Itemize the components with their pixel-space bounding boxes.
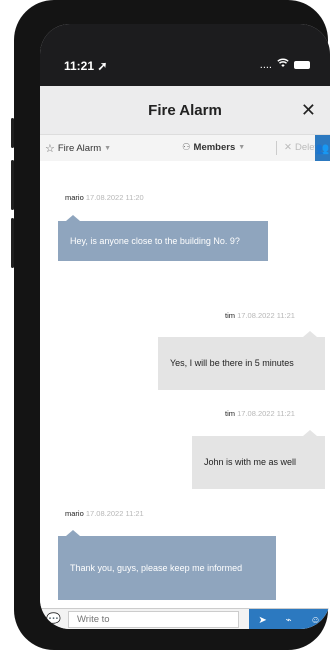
- title-bar: Fire Alarm ✕: [40, 86, 330, 134]
- members-icon: ⚇: [182, 142, 191, 153]
- signal-dots: ....: [259, 58, 272, 71]
- page-title: Fire Alarm: [148, 102, 222, 119]
- channel-dropdown[interactable]: ☆ Fire Alarm ▼: [45, 142, 111, 155]
- composer-bar: 💬 ➤ ⌁ ☺: [40, 608, 330, 629]
- status-time-text: 11:21: [64, 59, 95, 73]
- members-label: Members: [193, 142, 236, 153]
- message-meta: mario 17.08.2022 11:21: [65, 509, 144, 518]
- message-meta: mario 17.08.2022 11:20: [65, 193, 144, 202]
- phone-frame: 11:21 ➚ .... Fire Alarm ✕ ☆ Fire Alarm ▼…: [14, 0, 330, 650]
- side-button: [11, 160, 14, 210]
- message-input[interactable]: [68, 611, 239, 628]
- close-icon[interactable]: ✕: [301, 100, 316, 121]
- chat-area[interactable]: mario 17.08.2022 11:20 Hey, is anyone cl…: [40, 161, 330, 608]
- toolbar-divider: [276, 141, 277, 155]
- members-dropdown[interactable]: ⚇ Members ▼: [182, 142, 245, 153]
- message-bubble[interactable]: Hey, is anyone close to the building No.…: [58, 215, 268, 261]
- battery-icon: [294, 60, 310, 69]
- phone-screen: 11:21 ➚ .... Fire Alarm ✕ ☆ Fire Alarm ▼…: [40, 24, 330, 629]
- chat-toolbar: ☆ Fire Alarm ▼ ⚇ Members ▼ ✕ Delete 👥: [40, 134, 330, 162]
- status-bar: 11:21 ➚ ....: [40, 24, 330, 86]
- delete-icon: ✕: [284, 142, 292, 153]
- channel-label: Fire Alarm: [57, 143, 102, 154]
- chevron-down-icon: ▼: [104, 145, 112, 152]
- message-bubble[interactable]: Thank you, guys, please keep me informed: [58, 530, 276, 600]
- composer-actions: ➤ ⌁ ☺: [249, 609, 330, 629]
- message-time: 17.08.2022 11:21: [85, 509, 144, 518]
- message-time: 17.08.2022 11:21: [237, 409, 295, 418]
- message-user: mario: [65, 509, 84, 518]
- attach-icon[interactable]: ⌁: [286, 615, 292, 626]
- group-button[interactable]: 👥: [315, 135, 330, 161]
- location-icon: ➚: [97, 59, 108, 73]
- wifi-icon: [277, 58, 289, 71]
- message-meta: tim 17.08.2022 11:21: [225, 409, 295, 418]
- message-bubble[interactable]: Yes, I will be there in 5 minutes: [158, 331, 325, 390]
- status-time: 11:21 ➚: [64, 59, 107, 73]
- side-button: [11, 118, 14, 148]
- message-user: tim: [225, 311, 235, 320]
- chat-bubble-icon: 💬: [46, 612, 61, 626]
- message-user: mario: [65, 193, 84, 202]
- message-meta: tim 17.08.2022 11:21: [225, 311, 295, 320]
- group-icon: 👥: [315, 142, 330, 155]
- message-bubble[interactable]: John is with me as well: [192, 430, 325, 489]
- send-icon[interactable]: ➤: [258, 615, 266, 626]
- message-time: 17.08.2022 11:21: [237, 311, 295, 320]
- chevron-down-icon: ▼: [238, 144, 246, 151]
- star-icon: ☆: [45, 143, 55, 155]
- emoji-icon[interactable]: ☺: [310, 615, 320, 626]
- message-time: 17.08.2022 11:20: [85, 193, 144, 202]
- message-user: tim: [225, 409, 235, 418]
- side-button: [11, 218, 14, 268]
- status-icons: ....: [260, 58, 310, 71]
